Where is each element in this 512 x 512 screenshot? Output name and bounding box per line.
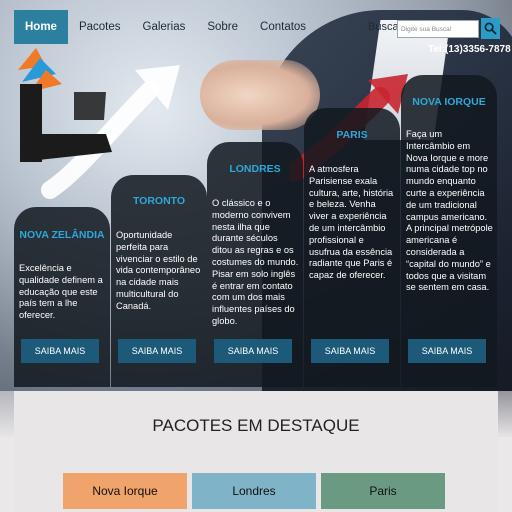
nav-pacotes[interactable]: Pacotes [68,10,132,44]
search-input[interactable] [397,20,479,38]
card-description: Faça um Intercâmbio em Nova Iorque e mor… [406,129,493,293]
card-description: Excelência e qualidade definem a educaçã… [19,263,103,321]
saiba-mais-button[interactable]: SAIBA MAIS [118,339,196,363]
featured-title: PACOTES EM DESTAQUE [152,416,360,435]
card-title: PARIS [336,129,368,141]
nav-galerias[interactable]: Galerias [132,10,197,44]
destination-card-paris: PARIS A atmosfera Parisiense exala cultu… [304,108,400,387]
destination-card-nova-iorque: NOVA IORQUE Faça um Intercâmbio em Nova … [401,75,497,387]
card-title: NOVA ZELÂNDIA [19,229,105,241]
nav-home[interactable]: Home [14,10,68,44]
saiba-mais-button[interactable]: SAIBA MAIS [21,339,99,363]
saiba-mais-button[interactable]: SAIBA MAIS [214,339,292,363]
search-icon [484,22,497,35]
logo-icon[interactable] [16,48,116,168]
nav-sobre[interactable]: Sobre [196,10,249,44]
featured-section: PACOTES EM DESTAQUE Nova Iorque Londres … [0,391,512,512]
package-londres[interactable]: Londres [192,473,316,509]
package-nova-iorque[interactable]: Nova Iorque [63,473,187,509]
phone-number: Tel:(13)3356-7878 [428,44,511,55]
destination-card-londres: LONDRES O clássico e o moderno convivem … [207,142,303,387]
saiba-mais-button[interactable]: SAIBA MAIS [408,339,486,363]
card-description: A atmosfera Parisiense exala cultura, ar… [309,164,394,281]
card-description: O clássico e o moderno convivem nesta il… [212,198,299,326]
destination-card-nova-zelandia: NOVA ZELÂNDIA Excelência e qualidade def… [14,207,110,387]
search-button[interactable] [481,18,500,39]
card-title: LONDRES [229,163,281,175]
destination-card-toronto: TORONTO Oportunidade perfeita para viven… [111,175,207,387]
logo-text: Inter Travel's [46,139,103,150]
card-title: NOVA IORQUE [412,96,486,108]
card-description: Oportunidade perfeita para vivenciar o e… [116,230,201,311]
nav-contatos[interactable]: Contatos [249,10,317,44]
card-title: TORONTO [132,195,186,207]
package-paris[interactable]: Paris [321,473,445,509]
saiba-mais-button[interactable]: SAIBA MAIS [311,339,389,363]
main-nav: Home Pacotes Galerias Sobre Contatos [14,10,317,44]
